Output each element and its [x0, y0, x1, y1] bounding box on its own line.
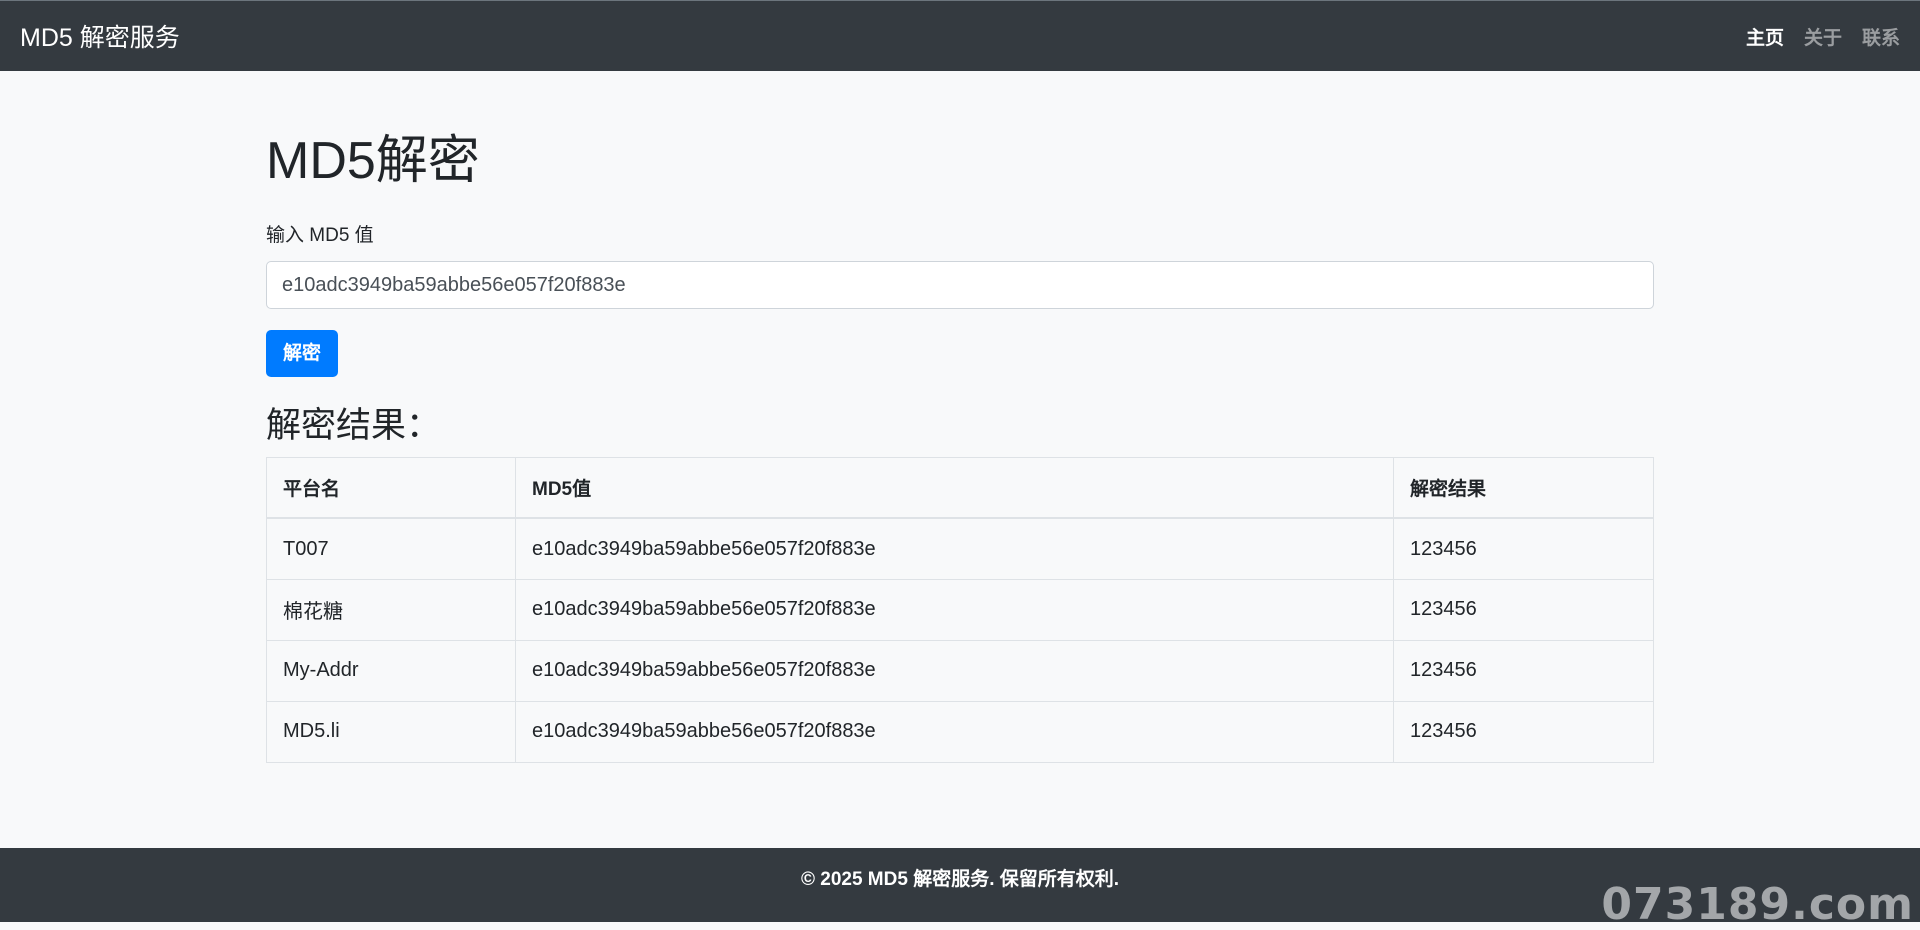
- table-row: T007 e10adc3949ba59abbe56e057f20f883e 12…: [266, 517, 1654, 580]
- cell-md5: e10adc3949ba59abbe56e057f20f883e: [515, 578, 1394, 641]
- cell-result: 123456: [1393, 517, 1654, 580]
- cell-md5: e10adc3949ba59abbe56e057f20f883e: [515, 639, 1394, 702]
- page-footer: © 2025 MD5 解密服务. 保留所有权利. 073189.com: [0, 848, 1920, 930]
- header-platform: 平台名: [266, 456, 516, 520]
- header-result: 解密结果: [1393, 456, 1654, 520]
- result-title: 解密结果：: [266, 406, 442, 446]
- main-content: MD5解密 输入 MD5 值 解密 解密结果： 平台名 MD5值 解密结果 T0…: [266, 71, 1654, 763]
- page-title: MD5解密: [266, 132, 480, 190]
- md5-input-label: 输入 MD5 值: [266, 225, 374, 247]
- cell-md5: e10adc3949ba59abbe56e057f20f883e: [515, 517, 1394, 580]
- cell-platform: MD5.li: [266, 700, 516, 763]
- watermark-text: 073189.com: [1601, 879, 1914, 930]
- results-table: 平台名 MD5值 解密结果 T007 e10adc3949ba59abbe56e…: [266, 456, 1654, 763]
- table-row: My-Addr e10adc3949ba59abbe56e057f20f883e…: [266, 639, 1654, 702]
- cell-md5: e10adc3949ba59abbe56e057f20f883e: [515, 700, 1394, 763]
- cell-result: 123456: [1393, 700, 1654, 763]
- top-navbar: MD5 解密服务 主页 关于 联系: [0, 0, 1920, 71]
- nav-link-contact[interactable]: 联系: [1852, 23, 1900, 50]
- footer-copyright: © 2025 MD5 解密服务. 保留所有权利.: [800, 869, 1120, 890]
- cell-platform: T007: [266, 517, 516, 580]
- cell-platform: My-Addr: [266, 639, 516, 702]
- cell-result: 123456: [1393, 578, 1654, 641]
- table-row: MD5.li e10adc3949ba59abbe56e057f20f883e …: [266, 700, 1654, 763]
- nav-link-about[interactable]: 关于: [1794, 23, 1852, 50]
- nav-link-home[interactable]: 主页: [1736, 23, 1794, 50]
- brand-link[interactable]: MD5 解密服务: [20, 18, 180, 54]
- table-row: 棉花糖 e10adc3949ba59abbe56e057f20f883e 123…: [266, 578, 1654, 641]
- decrypt-button[interactable]: 解密: [266, 330, 339, 378]
- cell-platform: 棉花糖: [266, 578, 516, 641]
- header-md5: MD5值: [515, 456, 1394, 520]
- cell-result: 123456: [1393, 639, 1654, 702]
- md5-input[interactable]: [266, 261, 1654, 310]
- nav-links: 主页 关于 联系: [1736, 23, 1900, 50]
- table-header-row: 平台名 MD5值 解密结果: [266, 456, 1654, 520]
